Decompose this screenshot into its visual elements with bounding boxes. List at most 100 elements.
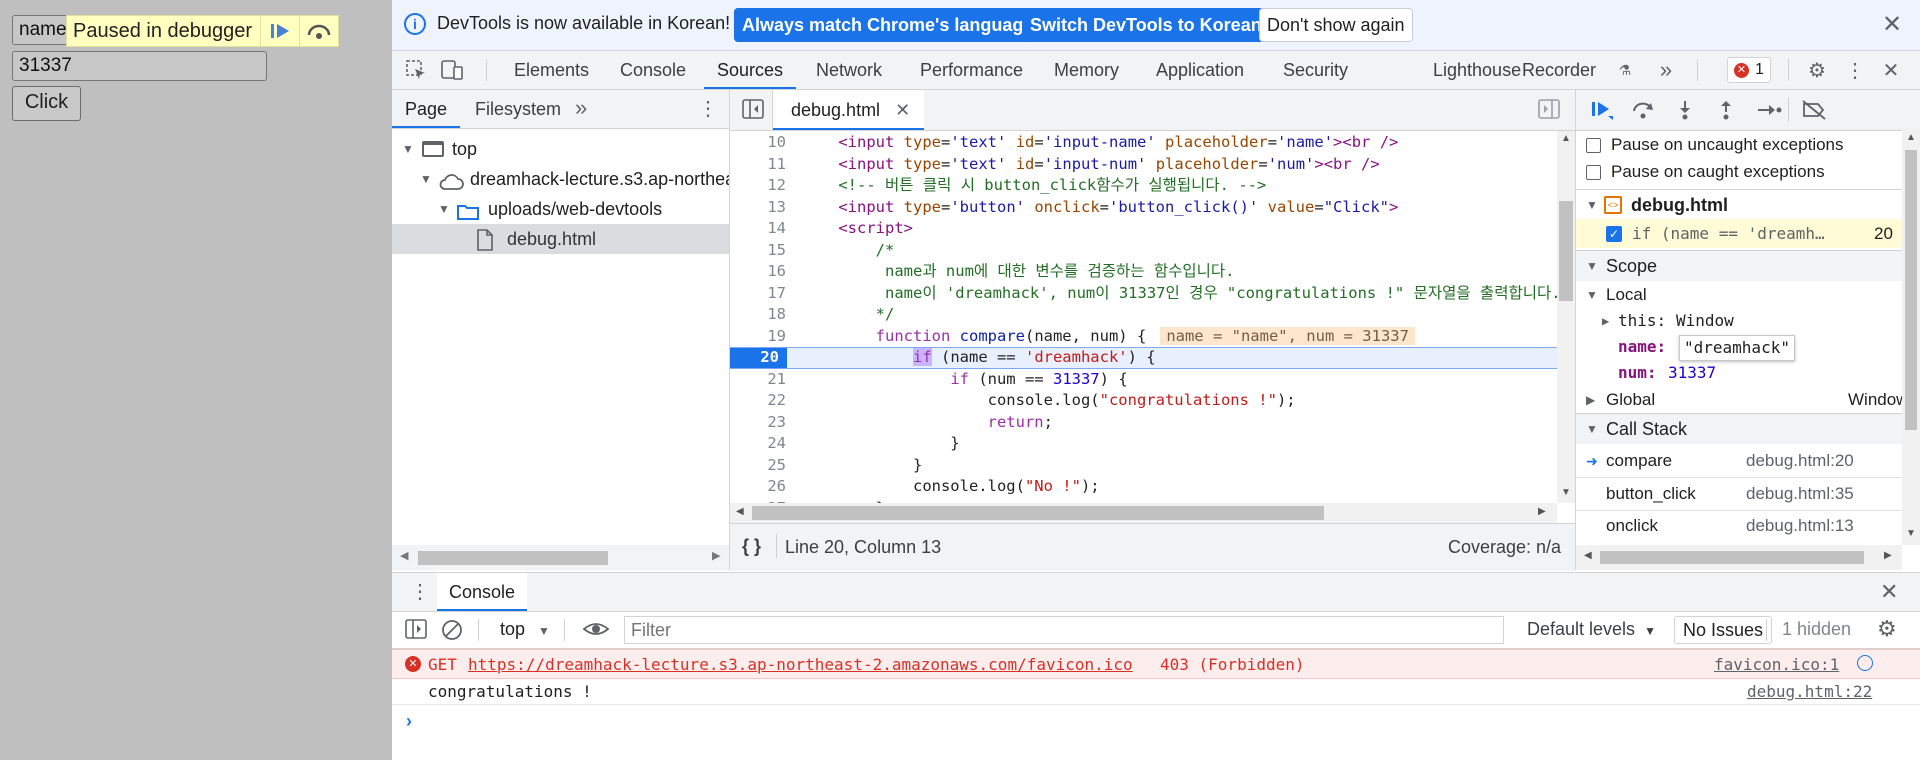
settings-gear-icon[interactable]: ⚙ [1805, 58, 1829, 82]
editor-horizontal-scrollbar[interactable]: ◀ ▶ [730, 503, 1557, 523]
call-frame[interactable]: button_click debug.html:35 [1576, 478, 1902, 511]
scope-local[interactable]: ▼ Local [1576, 282, 1902, 308]
breakpoints-file-header[interactable]: ▼ <> debug.html [1576, 189, 1902, 220]
navigator-horizontal-scrollbar[interactable]: ◀ ▶ [392, 545, 729, 570]
switch-to-korean-button[interactable]: Switch DevTools to Korean [1022, 8, 1270, 42]
issues-button[interactable]: No Issues [1674, 616, 1773, 644]
customize-menu-icon[interactable]: ⋮ [1843, 58, 1867, 82]
step-out-icon[interactable] [1714, 99, 1738, 126]
resume-icon[interactable] [260, 16, 299, 46]
step-over-icon[interactable] [1631, 99, 1655, 126]
tree-item-file[interactable]: debug.html [392, 224, 729, 254]
scrollbar-thumb[interactable] [1600, 551, 1864, 564]
navigator-menu-icon[interactable]: ⋮ [698, 96, 718, 121]
sidebar-horizontal-scrollbar[interactable]: ◀ ▶ [1576, 545, 1902, 570]
call-frame[interactable]: onclick debug.html:13 [1576, 510, 1902, 542]
show-sidebar-icon[interactable] [405, 619, 427, 644]
scroll-up-icon[interactable]: ▲ [1561, 133, 1571, 144]
console-prompt[interactable]: › [392, 705, 1920, 745]
context-selector[interactable]: top ▼ [500, 619, 550, 640]
resume-icon[interactable] [1590, 99, 1614, 126]
live-expression-eye-icon[interactable] [582, 618, 610, 645]
more-navigator-tabs-icon[interactable]: » [575, 95, 587, 121]
pause-uncaught-checkbox[interactable] [1586, 138, 1601, 154]
scope-var-name[interactable]: name: "dreamhack" [1576, 334, 1902, 361]
tab-performance[interactable]: Performance [920, 51, 1023, 89]
scroll-right-icon[interactable]: ▶ [1538, 506, 1546, 517]
log-source-link[interactable]: debug.html:22 [1747, 682, 1872, 701]
scrollbar-thumb[interactable] [752, 506, 1324, 520]
close-infobar-icon[interactable]: ✕ [1882, 10, 1902, 39]
scrollbar-thumb[interactable] [1559, 201, 1573, 301]
scroll-down-icon[interactable]: ▼ [1906, 528, 1916, 539]
scroll-up-icon[interactable]: ▲ [1906, 132, 1916, 143]
file-tab-debug-html[interactable]: debug.html ✕ [773, 90, 925, 130]
scrollbar-thumb[interactable] [1905, 150, 1917, 430]
tree-item-origin[interactable]: ▼ dreamhack-lecture.s3.ap-northeast-2.am… [392, 164, 729, 194]
scope-var-this[interactable]: ▶ this: Window [1576, 308, 1902, 334]
frame-location: debug.html:13 [1746, 516, 1854, 535]
tab-security[interactable]: Security [1283, 51, 1348, 89]
log-levels-dropdown[interactable]: Default levels ▼ [1527, 619, 1656, 640]
always-match-language-button[interactable]: Always match Chrome's language [734, 8, 1042, 42]
network-request-icon[interactable] [1857, 655, 1873, 671]
coverage-status: Coverage: n/a [1448, 537, 1562, 557]
inspect-element-icon[interactable] [404, 58, 428, 82]
scope-section-header[interactable]: ▼ Scope [1576, 250, 1902, 281]
tab-memory[interactable]: Memory [1054, 51, 1119, 89]
dont-show-again-button[interactable]: Don't show again [1259, 8, 1413, 42]
call-frame[interactable]: ➜ compare debug.html:20 [1576, 445, 1902, 478]
editor-vertical-scrollbar[interactable]: ▲ ▼ [1557, 131, 1575, 503]
clear-console-icon[interactable] [441, 619, 463, 646]
step-into-icon[interactable] [1673, 99, 1697, 126]
toggle-debugger-icon[interactable] [1538, 99, 1560, 124]
error-counter[interactable]: ✕ 1 [1727, 57, 1771, 83]
device-toolbar-icon[interactable] [440, 58, 464, 82]
var-value-editor[interactable]: "dreamhack" [1679, 335, 1795, 361]
tree-item-folder[interactable]: ▼ uploads/web-devtools [392, 194, 729, 224]
pause-caught-checkbox[interactable] [1586, 165, 1601, 181]
drawer-menu-icon[interactable]: ⋮ [410, 579, 430, 604]
pretty-print-icon[interactable]: { } [742, 536, 761, 557]
toggle-navigator-icon[interactable] [742, 99, 764, 124]
breakpoint-checkbox[interactable]: ✓ [1606, 226, 1622, 242]
tab-lighthouse[interactable]: Lighthouse [1433, 51, 1521, 89]
scroll-left-icon[interactable]: ◀ [736, 506, 744, 517]
sidebar-vertical-scrollbar[interactable]: ▲ ▼ [1902, 130, 1920, 545]
close-tab-icon[interactable]: ✕ [895, 100, 910, 120]
scroll-left-icon[interactable]: ◀ [1584, 550, 1592, 561]
tab-page[interactable]: Page [392, 90, 461, 128]
close-devtools-icon[interactable]: ✕ [1879, 58, 1903, 82]
deactivate-breakpoints-icon[interactable] [1801, 99, 1827, 126]
console-settings-gear-icon[interactable]: ⚙ [1877, 616, 1897, 642]
error-url-link[interactable]: https://dreamhack-lecture.s3.ap-northeas… [468, 655, 1133, 674]
pause-uncaught-option[interactable]: Pause on uncaught exceptions [1576, 132, 1902, 158]
error-source-link[interactable]: favicon.ico:1 [1714, 655, 1839, 674]
callstack-section-header[interactable]: ▼ Call Stack [1576, 413, 1902, 444]
breakpoint-item[interactable]: ✓ if (name == 'dreamh… 20 [1576, 219, 1902, 248]
click-button[interactable]: Click [12, 86, 81, 121]
tab-recorder[interactable]: Recorder [1522, 51, 1596, 89]
more-tabs-icon[interactable]: » [1654, 57, 1678, 82]
tab-application[interactable]: Application [1156, 51, 1244, 89]
tab-sources[interactable]: Sources [704, 51, 797, 89]
step-icon[interactable] [1756, 99, 1782, 126]
tab-filesystem[interactable]: Filesystem [475, 90, 561, 128]
scope-var-num[interactable]: num: 31337 [1576, 360, 1902, 386]
step-over-icon[interactable] [299, 16, 338, 46]
tab-console[interactable]: Console [620, 51, 686, 89]
scroll-right-icon[interactable]: ▶ [712, 549, 720, 562]
scroll-left-icon[interactable]: ◀ [400, 549, 408, 562]
tab-elements[interactable]: Elements [514, 51, 589, 89]
tab-network[interactable]: Network [816, 51, 882, 89]
scroll-down-icon[interactable]: ▼ [1561, 487, 1571, 498]
scope-global[interactable]: ▶ Global Window [1576, 387, 1908, 413]
scrollbar-thumb[interactable] [418, 551, 608, 565]
drawer-tab-console[interactable]: Console [437, 573, 528, 611]
console-filter-input[interactable]: Filter [624, 616, 1504, 644]
close-drawer-icon[interactable]: ✕ [1880, 579, 1898, 605]
num-input[interactable]: 31337 [12, 51, 267, 81]
scroll-right-icon[interactable]: ▶ [1884, 550, 1892, 561]
tree-item-top[interactable]: ▼ top [392, 134, 729, 164]
pause-caught-option[interactable]: Pause on caught exceptions [1576, 159, 1902, 185]
